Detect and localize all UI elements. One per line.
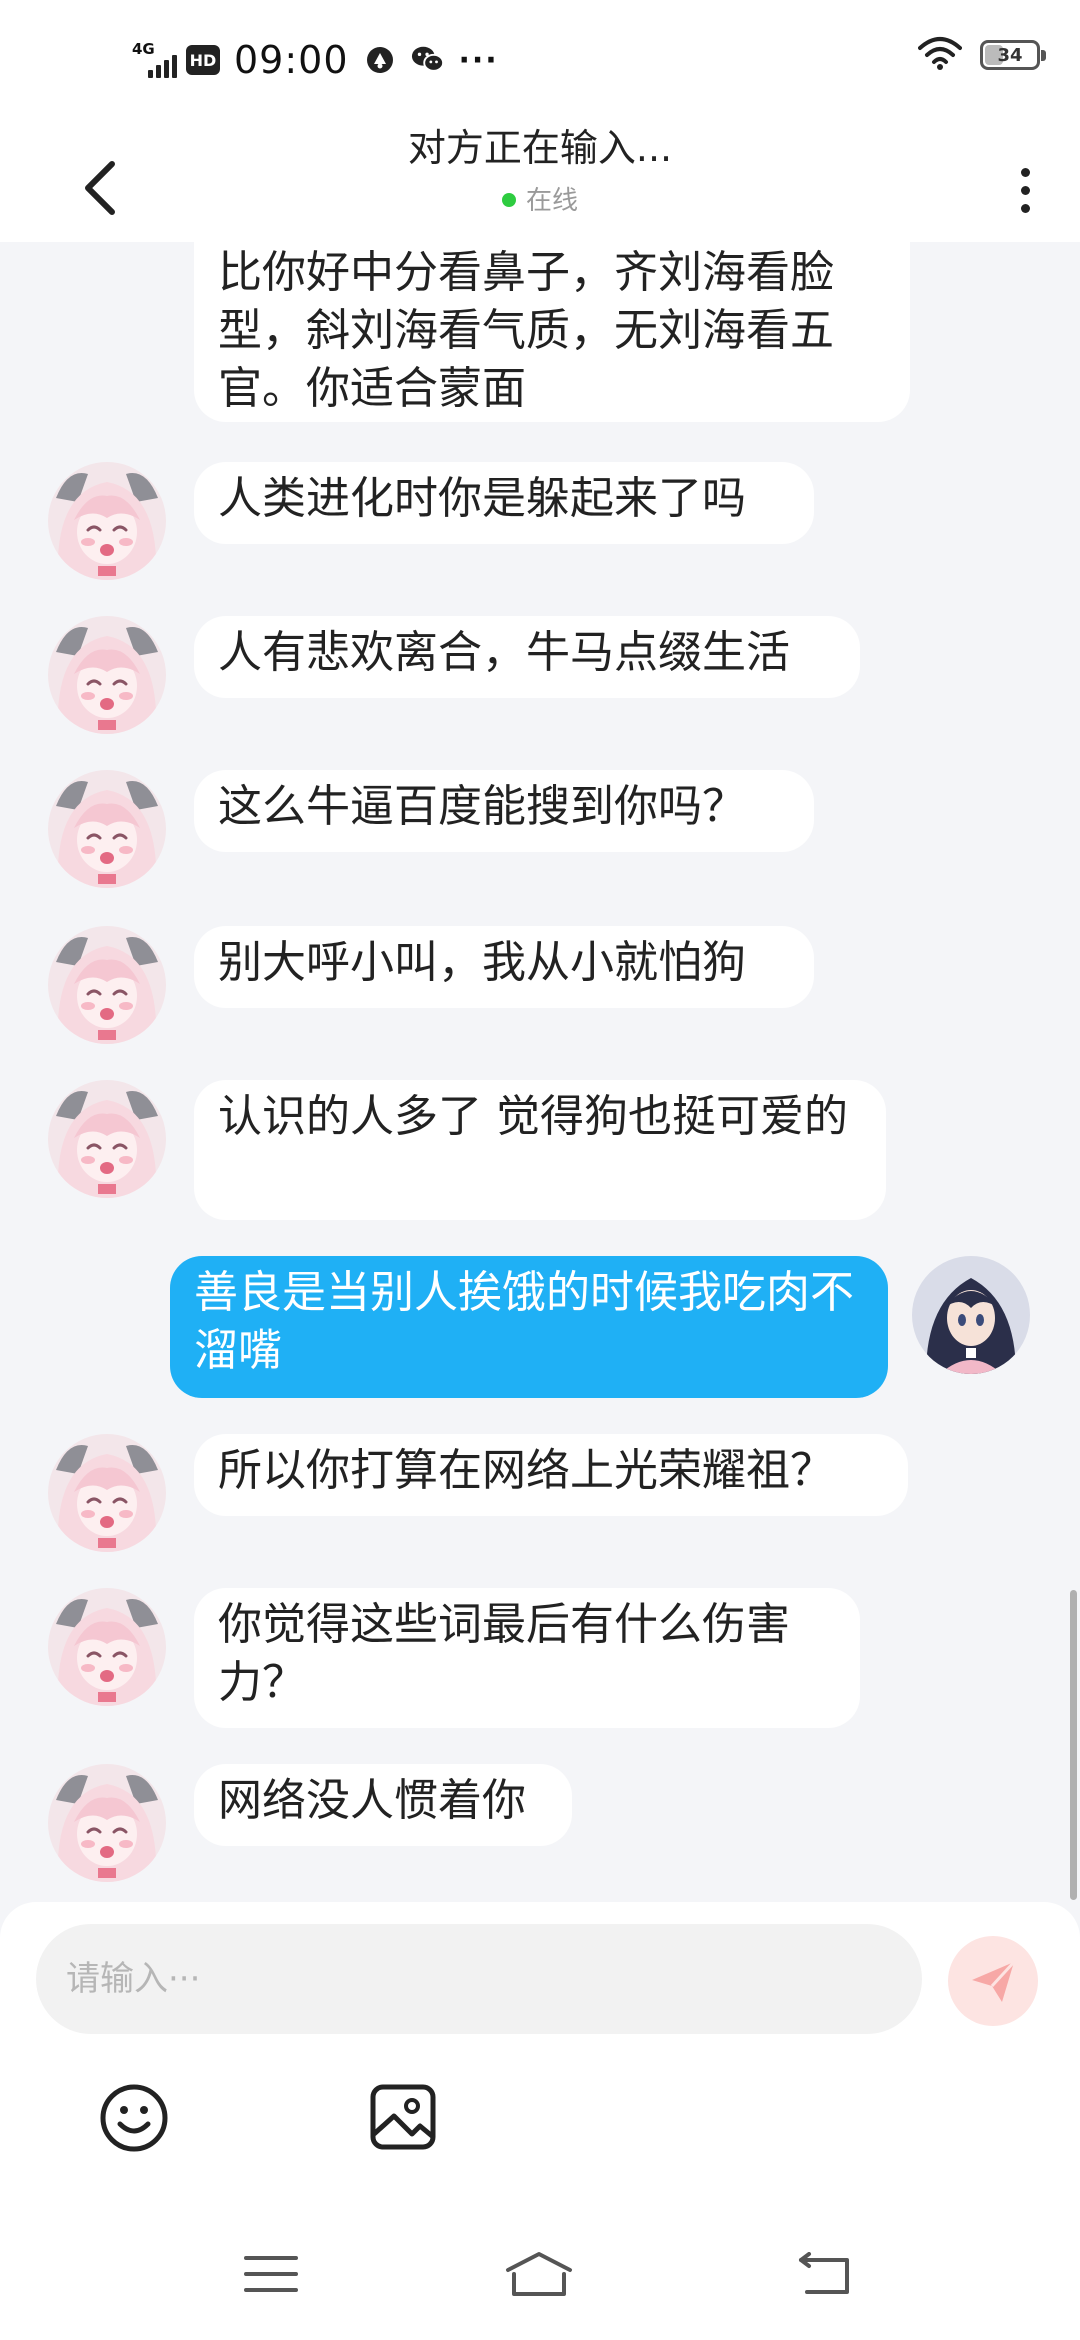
cellular-signal-icon: 4G bbox=[130, 40, 177, 80]
chat-title: 对方正在输入... bbox=[407, 126, 673, 170]
contact-avatar[interactable] bbox=[48, 462, 166, 580]
status-bar: 4G HD 09:00 ··· 34 bbox=[0, 0, 1080, 118]
contact-avatar[interactable] bbox=[48, 1588, 166, 1706]
message-bubble: 网络没人惯着你 bbox=[194, 1764, 572, 1846]
my-message-bubble: 善良是当别人挨饿的时候我吃肉不溜嘴 bbox=[170, 1256, 888, 1398]
clock: 09:00 bbox=[234, 38, 349, 82]
wifi-icon bbox=[918, 36, 962, 74]
chat-header: 对方正在输入... 在线 bbox=[0, 118, 1080, 242]
image-button[interactable] bbox=[368, 2082, 438, 2152]
composer-panel bbox=[0, 1902, 1080, 2340]
emoji-icon bbox=[100, 2084, 168, 2152]
online-status: 在线 bbox=[0, 180, 1080, 217]
image-icon bbox=[370, 2084, 436, 2150]
battery-icon: 34 bbox=[980, 40, 1046, 70]
home-icon bbox=[506, 2252, 572, 2296]
message-bubble: 别大呼小叫，我从小就怕狗 bbox=[194, 926, 814, 1008]
more-notifications: ··· bbox=[458, 42, 499, 78]
battery-level: 34 bbox=[997, 44, 1023, 66]
more-options-button[interactable] bbox=[990, 140, 1060, 240]
system-navigation-bar bbox=[0, 2230, 1080, 2340]
scrollbar[interactable] bbox=[1070, 1590, 1077, 1900]
message-bubble: 你觉得这些词最后有什么伤害力？ bbox=[194, 1588, 860, 1728]
my-avatar[interactable] bbox=[912, 1256, 1030, 1374]
home-button[interactable] bbox=[494, 2244, 584, 2304]
contact-avatar[interactable] bbox=[48, 616, 166, 734]
contact-avatar[interactable] bbox=[48, 926, 166, 1044]
system-back-button[interactable] bbox=[780, 2244, 870, 2304]
contact-avatar[interactable] bbox=[48, 1434, 166, 1552]
message-bubble: 认识的人多了 觉得狗也挺可爱的 bbox=[194, 1080, 886, 1220]
online-status-label: 在线 bbox=[525, 186, 578, 216]
message-bubble: 这么牛逼百度能搜到你吗？ bbox=[194, 770, 814, 852]
notification-app-icon bbox=[363, 43, 397, 77]
more-vertical-icon bbox=[1020, 167, 1030, 177]
contact-avatar[interactable] bbox=[48, 1080, 166, 1198]
message-bubble: 人类进化时你是躲起来了吗 bbox=[194, 462, 814, 544]
message-bubble: 所以你打算在网络上光荣耀祖？ bbox=[194, 1434, 908, 1516]
message-bubble: 比你好中分看鼻子，齐刘海看脸型，斜刘海看气质，无刘海看五官。你适合蒙面 bbox=[194, 240, 910, 422]
contact-avatar[interactable] bbox=[48, 770, 166, 888]
message-input[interactable] bbox=[36, 1924, 922, 2034]
online-dot-icon bbox=[501, 192, 516, 207]
emoji-button[interactable] bbox=[98, 2082, 170, 2154]
hd-icon: HD bbox=[186, 45, 220, 75]
menu-icon bbox=[244, 2256, 298, 2292]
send-button[interactable] bbox=[948, 1936, 1038, 2026]
recent-apps-button[interactable] bbox=[226, 2244, 316, 2304]
back-icon bbox=[799, 2252, 849, 2294]
message-bubble: 人有悲欢离合，牛马点缀生活 bbox=[194, 616, 860, 698]
wechat-icon bbox=[411, 43, 445, 77]
contact-avatar[interactable] bbox=[48, 1764, 166, 1882]
send-icon bbox=[972, 1960, 1016, 2002]
